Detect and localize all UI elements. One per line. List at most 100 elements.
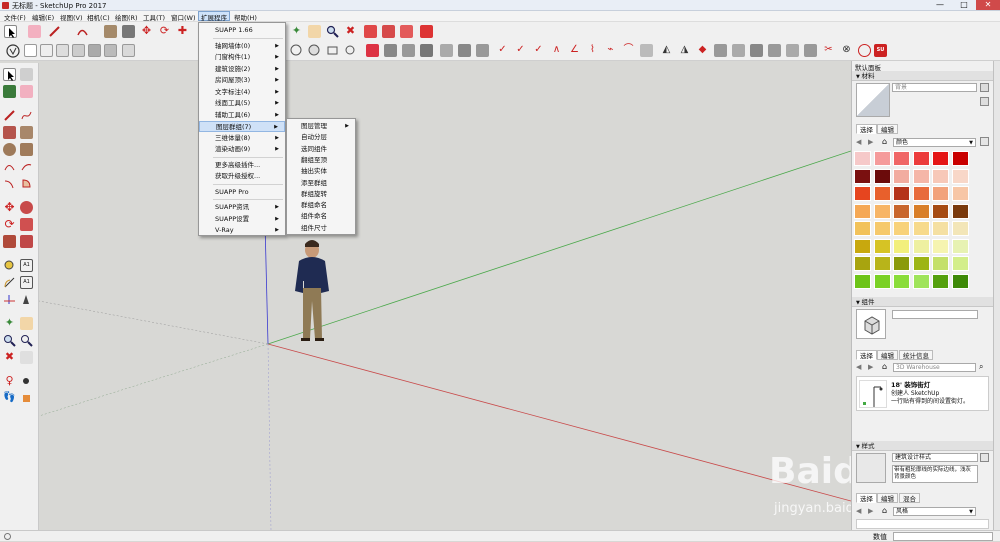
ext-menu-item[interactable]: 图层群组(7) ▶ [199,121,285,132]
ext-menu-item[interactable]: 建筑设施(2) ▶ [199,64,285,75]
text-icon[interactable]: A1 [20,276,33,289]
styles-header[interactable]: ▼ 样式 [852,441,993,451]
material-swatch[interactable] [854,256,871,271]
layer-submenu-item[interactable]: 选同组件 [287,144,355,155]
material-swatch[interactable] [912,186,930,201]
material-swatch[interactable] [932,273,949,289]
material-swatch[interactable] [912,221,930,236]
pan-icon[interactable] [308,25,321,38]
layer-submenu-item[interactable]: 组件命名 [287,211,355,222]
plugin-x-icon[interactable] [786,44,799,57]
layer-submenu-item[interactable]: 组件尺寸 [287,223,355,234]
plugin-c-icon[interactable] [402,44,415,57]
update-style-icon[interactable] [980,453,989,462]
rotate-left-icon[interactable]: ⟳ [3,218,16,231]
components-tab-edit[interactable]: 编辑 [877,350,898,360]
walk-left-icon[interactable]: 👣 [3,392,16,405]
materials-header[interactable]: ▼ 材料 [852,71,993,81]
create-material-icon[interactable] [980,83,989,92]
pan-left-icon[interactable] [20,317,33,330]
material-swatch[interactable] [854,221,871,236]
zoom-extents-left-icon[interactable]: ✖ [3,351,16,364]
material-swatch[interactable] [951,221,969,236]
components-tab-select[interactable]: 选择 [856,350,877,360]
component-list-item[interactable]: 18' 装饰街灯 创建人 SketchUp 一行贴有得到的间设置街灯。 [856,376,989,411]
zoom-icon[interactable] [326,25,339,38]
iso-view-icon[interactable] [122,44,135,57]
suapp-logo-icon[interactable] [6,44,20,58]
style-home-icon[interactable]: ⌂ [882,506,887,515]
material-swatch[interactable] [932,151,949,166]
move-left-icon[interactable]: ✥ [3,201,16,214]
zoom-extents-icon[interactable]: ✖ [344,25,357,38]
ext-menu-item[interactable]: 线面工具(5) ▶ [199,98,285,109]
material-swatch[interactable] [873,256,891,271]
ext-menu-item[interactable]: SUAPP资讯 ▶ [199,202,285,213]
layer-submenu-item[interactable]: 自动分层 [287,132,355,143]
rotated-rectangle-icon[interactable] [20,126,33,139]
position-camera-icon[interactable] [344,44,357,57]
circle-icon[interactable] [3,143,16,156]
orbit-left-icon[interactable]: ✦ [3,317,16,330]
material-swatch[interactable] [912,273,930,289]
zoom-left-icon[interactable] [3,334,16,347]
material-swatch[interactable] [951,273,969,289]
menu-view[interactable]: 视图(V) [58,12,85,22]
material-swatch[interactable] [893,186,910,201]
zoom-window-icon[interactable] [20,334,33,347]
rotate-icon[interactable]: ⟳ [158,25,171,38]
menu-edit[interactable]: 编辑(E) [30,12,56,22]
plugin-s-icon[interactable]: ◆ [696,44,709,57]
pie-icon[interactable] [20,177,33,190]
menu-window[interactable]: 窗口(W) [169,12,198,22]
arc-icon[interactable] [76,25,89,38]
offset-icon[interactable] [20,235,33,248]
plugin-y-icon[interactable] [804,44,817,57]
scale-left-icon[interactable] [3,235,16,248]
material-swatch[interactable] [932,203,949,219]
line-icon[interactable] [3,109,16,122]
material-swatch[interactable] [932,186,949,201]
plugin-e-icon[interactable] [440,44,453,57]
geo-location-icon[interactable] [4,533,11,540]
material-swatch[interactable] [912,168,930,184]
plugin-r-icon[interactable]: ◮ [678,44,691,57]
material-swatch[interactable] [951,256,969,271]
components-header[interactable]: ▼ 组件 [852,297,993,307]
material-swatch[interactable] [912,203,930,219]
ext-menu-item[interactable]: 门窗构件(1) ▶ [199,52,285,63]
pushpull-left-icon[interactable] [20,201,33,214]
plugin-u-icon[interactable] [732,44,745,57]
materials-tab-select[interactable]: 选择 [856,124,877,134]
material-swatch[interactable] [893,203,910,219]
material-swatch[interactable] [951,203,969,219]
wireframe-icon[interactable] [40,44,53,57]
ext-menu-item[interactable]: SUAPP 1.66 [199,25,285,36]
menu-tools[interactable]: 工具(T) [141,12,167,22]
material-swatch[interactable] [873,203,891,219]
material-swatch[interactable] [854,168,871,184]
protractor-icon[interactable] [3,276,16,289]
vray-icon[interactable]: ⊗ [840,44,853,57]
hidden-line-icon[interactable] [56,44,69,57]
plugin-z-icon[interactable]: ✂ [822,44,835,57]
ext-menu-item[interactable]: 渲染动画(9) ▶ [199,144,285,155]
menu-extensions[interactable]: 扩展程序 [198,11,230,22]
ext-menu-item[interactable]: 辅助工具(6) ▶ [199,110,285,121]
warehouse-icon[interactable] [364,25,377,38]
material-swatch[interactable] [893,256,910,271]
material-library-select[interactable]: 颜色 ▼ [893,138,976,147]
tray-scrollbar[interactable] [993,61,1000,530]
close-button[interactable]: ✕ [976,0,1000,10]
sample-paint-icon[interactable] [980,97,989,106]
styles-tab-mix[interactable]: 混合 [899,493,920,503]
look-around-left-icon[interactable] [20,375,33,388]
material-swatch[interactable] [873,273,891,289]
material-swatch[interactable] [873,151,891,166]
freehand-icon[interactable] [20,109,33,122]
polygon-icon[interactable] [20,143,33,156]
material-swatch[interactable] [854,238,871,254]
material-swatch[interactable] [951,168,969,184]
maximize-button[interactable]: □ [952,0,976,10]
measurements-input[interactable] [893,532,993,541]
